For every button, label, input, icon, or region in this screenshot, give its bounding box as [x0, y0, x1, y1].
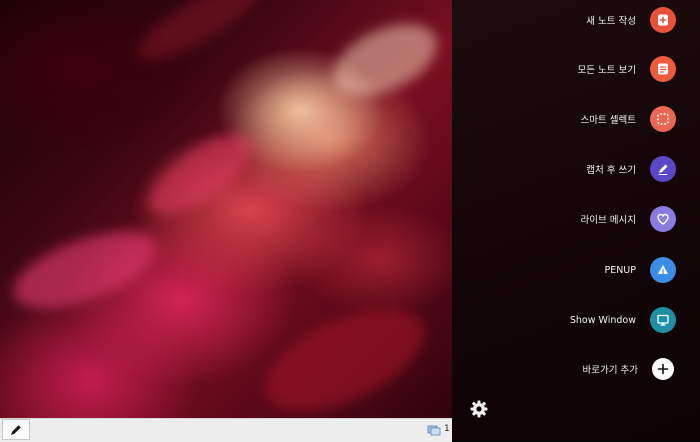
show-window-icon [650, 307, 676, 333]
menu-item-add-shortcut[interactable]: 바로가기 추가 [583, 353, 676, 385]
settings-button[interactable] [468, 398, 490, 420]
wallpaper-streak [129, 0, 271, 73]
wallpaper-streak [136, 120, 264, 230]
gear-icon [470, 400, 488, 418]
wallpaper-streak [251, 287, 439, 433]
wallpaper [0, 0, 452, 441]
menu-label-penup: PENUP [604, 264, 636, 276]
smart-select-icon [650, 106, 676, 132]
menu-label-smart-select: 스마트 셀렉트 [580, 115, 636, 126]
menu-label-show-window: Show Window [569, 314, 636, 326]
pen-button[interactable] [2, 419, 30, 440]
menu-item-smart-select[interactable]: 스마트 셀렉트 [581, 103, 676, 135]
menu-item-live-message[interactable]: 라이브 메시지 [581, 203, 676, 235]
menu-item-show-window[interactable]: Show Window [570, 304, 676, 336]
menu-item-screen-write[interactable]: 캡처 후 쓰기 [586, 153, 676, 185]
menu-label-all-notes: 모든 노트 보기 [577, 65, 636, 76]
air-command-panel: 새 노트 작성 모든 노트 보기 스마트 셀렉트 캡처 후 쓰기 라이브 메시지… [452, 0, 700, 441]
menu-label-live-message: 라이브 메시지 [580, 215, 636, 226]
taskbar [0, 418, 452, 442]
penup-icon [650, 257, 676, 283]
all-notes-icon [650, 56, 676, 82]
menu-label-new-note: 새 노트 작성 [586, 16, 636, 27]
network-icon[interactable] [427, 424, 441, 436]
wallpaper-streak [4, 216, 166, 324]
tray-count: 1 [444, 424, 450, 434]
menu-item-penup[interactable]: PENUP [604, 254, 676, 286]
menu-label-add-shortcut: 바로가기 추가 [582, 365, 638, 376]
menu-item-new-note[interactable]: 새 노트 작성 [586, 4, 676, 36]
menu-item-all-notes[interactable]: 모든 노트 보기 [578, 53, 676, 85]
pen-icon [11, 424, 22, 435]
new-note-icon [650, 7, 676, 33]
live-message-icon [650, 206, 676, 232]
wallpaper-streak [322, 9, 448, 111]
screen-write-icon [650, 156, 676, 182]
add-shortcut-icon [652, 358, 674, 380]
menu-label-screen-write: 캡처 후 쓰기 [586, 165, 636, 176]
